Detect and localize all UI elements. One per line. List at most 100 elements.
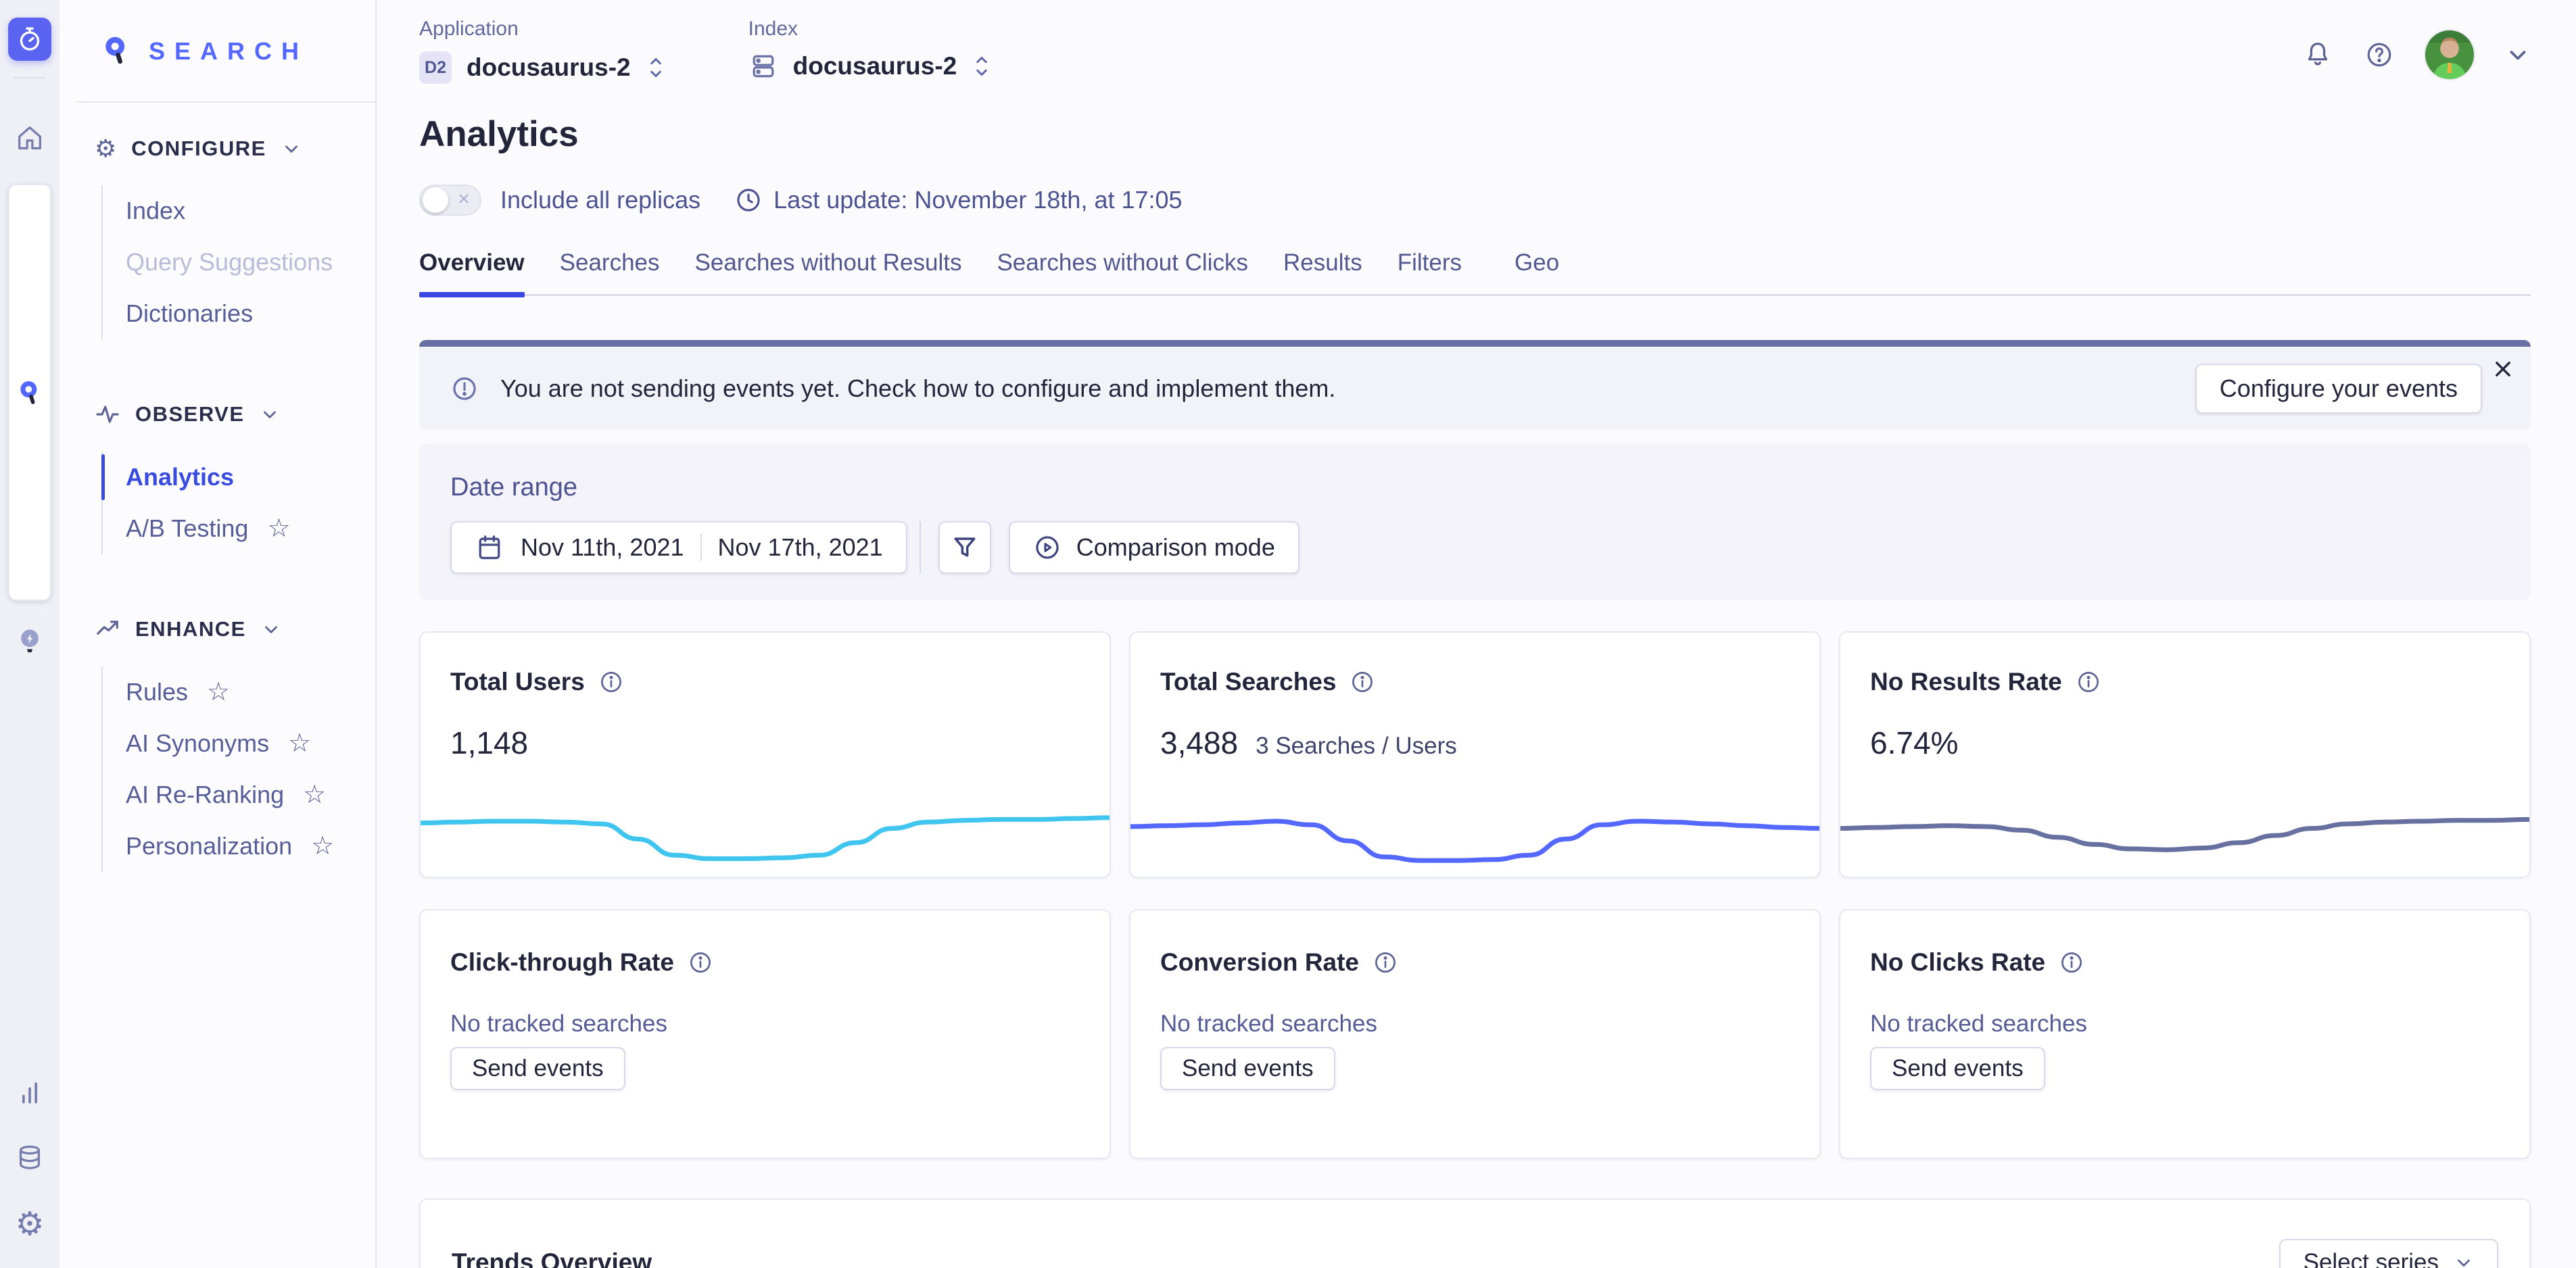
tab-filters[interactable]: Filters	[1398, 249, 1462, 294]
comparison-mode-button[interactable]: Comparison mode	[1009, 521, 1299, 574]
total-users-card: Total Users 1,148	[419, 631, 1111, 878]
data-sources-button[interactable]	[14, 1142, 45, 1173]
activity-icon	[95, 401, 120, 427]
sidebar-item-dictionaries[interactable]: Dictionaries	[126, 288, 355, 339]
star-icon: ☆	[207, 679, 230, 705]
metric-value: 1,148	[450, 725, 528, 761]
nav-section-enhance: ENHANCE Rules ☆ AI Synonyms ☆ AI Re-Rank…	[95, 616, 355, 872]
card-title: Total Users	[450, 668, 585, 696]
sidebar-item-label: Personalization	[126, 832, 292, 860]
tab-geo[interactable]: Geo	[1514, 249, 1559, 294]
date-range-label: Date range	[450, 473, 2500, 502]
star-icon: ☆	[311, 833, 334, 859]
product-logo[interactable]: SEARCH	[59, 0, 375, 68]
account-menu-chevron-icon[interactable]	[2505, 42, 2531, 68]
help-icon[interactable]	[2364, 40, 2394, 70]
topbar-actions	[2302, 26, 2531, 84]
main-content: Application D2 docusaurus-2 Index	[377, 0, 2576, 1268]
alert-circle-icon	[450, 374, 479, 403]
rail-divider	[14, 77, 46, 78]
notifications-bell-icon[interactable]	[2302, 39, 2333, 70]
info-icon[interactable]	[1350, 669, 1375, 695]
section-header-observe[interactable]: OBSERVE	[95, 401, 355, 427]
sidebar-item-label: AI Re-Ranking	[126, 781, 284, 809]
send-events-button[interactable]: Send events	[1160, 1047, 1335, 1090]
banner-close-icon[interactable]	[2491, 358, 2514, 381]
chevron-down-icon	[2454, 1252, 2474, 1268]
application-value: docusaurus-2	[467, 53, 631, 82]
info-icon[interactable]	[688, 950, 713, 975]
index-select[interactable]: docusaurus-2	[748, 51, 993, 81]
usage-stats-button[interactable]	[15, 1077, 45, 1107]
star-icon: ☆	[267, 516, 290, 541]
date-range-panel: Date range Nov 11th, 2021 Nov 17th, 2021	[419, 443, 2531, 600]
date-range-start: Nov 11th, 2021	[521, 533, 684, 562]
date-separator	[700, 534, 702, 561]
index-value: docusaurus-2	[793, 52, 957, 80]
tab-results[interactable]: Results	[1283, 249, 1362, 294]
page-meta-row: Include all replicas Last update: Novemb…	[419, 185, 2531, 216]
configure-events-button[interactable]: Configure your events	[2195, 364, 2482, 414]
product-logo-text: SEARCH	[149, 37, 308, 66]
settings-button[interactable]: ⚙	[15, 1209, 44, 1241]
sidebar-item-ab-testing[interactable]: A/B Testing ☆	[126, 503, 355, 554]
event-cards-row: Click-through Rate No tracked searches S…	[419, 909, 2531, 1159]
search-product-button[interactable]	[8, 184, 51, 601]
star-icon: ☆	[288, 731, 311, 756]
click-through-rate-card: Click-through Rate No tracked searches S…	[419, 909, 1111, 1159]
send-events-label: Send events	[472, 1055, 604, 1082]
page-title: Analytics	[419, 114, 2531, 155]
no-results-rate-sparkline	[1840, 771, 2529, 873]
filter-funnel-button[interactable]	[938, 521, 991, 574]
application-select[interactable]: D2 docusaurus-2	[419, 51, 666, 84]
info-icon[interactable]	[598, 669, 624, 695]
send-events-button[interactable]: Send events	[450, 1047, 625, 1090]
sidebar-item-ai-re-ranking[interactable]: AI Re-Ranking ☆	[126, 769, 355, 821]
send-events-button[interactable]: Send events	[1870, 1047, 2045, 1090]
app-rail: ⚙	[0, 0, 59, 1268]
chevron-down-icon	[260, 404, 280, 424]
sidebar-item-label: Index	[126, 197, 185, 225]
date-range-button[interactable]: Nov 11th, 2021 Nov 17th, 2021	[450, 521, 907, 574]
tab-overview[interactable]: Overview	[419, 249, 525, 294]
up-down-chevrons-icon	[972, 53, 992, 79]
funnel-icon	[950, 533, 980, 562]
sidebar-item-label: AI Synonyms	[126, 729, 269, 758]
info-icon[interactable]	[2059, 950, 2084, 975]
total-users-sparkline	[421, 771, 1110, 873]
timer-icon-button[interactable]	[8, 18, 51, 61]
info-icon[interactable]	[1373, 950, 1398, 975]
tab-searches-without-results[interactable]: Searches without Results	[695, 249, 962, 294]
select-series-button[interactable]: Select series	[2279, 1239, 2498, 1268]
nav-section-configure: ⚙ CONFIGURE Index Query Suggestions Dict…	[95, 137, 355, 339]
sidebar-item-index[interactable]: Index	[126, 185, 355, 237]
toggle-off-x-icon	[455, 190, 473, 208]
sidebar-item-analytics[interactable]: Analytics	[126, 452, 355, 503]
configure-events-label: Configure your events	[2220, 374, 2458, 403]
include-replicas-label: Include all replicas	[500, 186, 700, 214]
section-label: OBSERVE	[135, 402, 245, 426]
card-title: Click-through Rate	[450, 948, 674, 977]
include-replicas-toggle[interactable]	[419, 185, 481, 216]
home-button[interactable]	[8, 116, 51, 160]
sidebar-item-ai-synonyms[interactable]: AI Synonyms ☆	[126, 718, 355, 769]
sidebar-item-personalization[interactable]: Personalization ☆	[126, 821, 355, 872]
tab-searches[interactable]: Searches	[560, 249, 660, 294]
recommend-button[interactable]	[8, 620, 51, 663]
sidebar-item-label: Dictionaries	[126, 299, 253, 328]
conversion-rate-card: Conversion Rate No tracked searches Send…	[1129, 909, 1821, 1159]
card-status-text: No tracked searches	[1160, 1010, 1790, 1038]
user-avatar[interactable]	[2425, 30, 2474, 79]
info-icon[interactable]	[2076, 669, 2101, 695]
section-header-configure[interactable]: ⚙ CONFIGURE	[95, 137, 355, 161]
trends-overview-card: Trends Overview Select series	[419, 1198, 2531, 1268]
send-events-label: Send events	[1892, 1055, 2024, 1082]
sidebar-item-rules[interactable]: Rules ☆	[126, 666, 355, 718]
section-header-enhance[interactable]: ENHANCE	[95, 616, 355, 642]
tab-searches-without-clicks[interactable]: Searches without Clicks	[997, 249, 1248, 294]
sidebar-item-query-suggestions[interactable]: Query Suggestions	[126, 237, 355, 288]
calendar-icon	[475, 533, 504, 562]
banner-message: You are not sending events yet. Check ho…	[500, 374, 1335, 403]
sidebar-item-label: Query Suggestions	[126, 248, 333, 276]
sidebar-item-label: Rules	[126, 678, 188, 706]
